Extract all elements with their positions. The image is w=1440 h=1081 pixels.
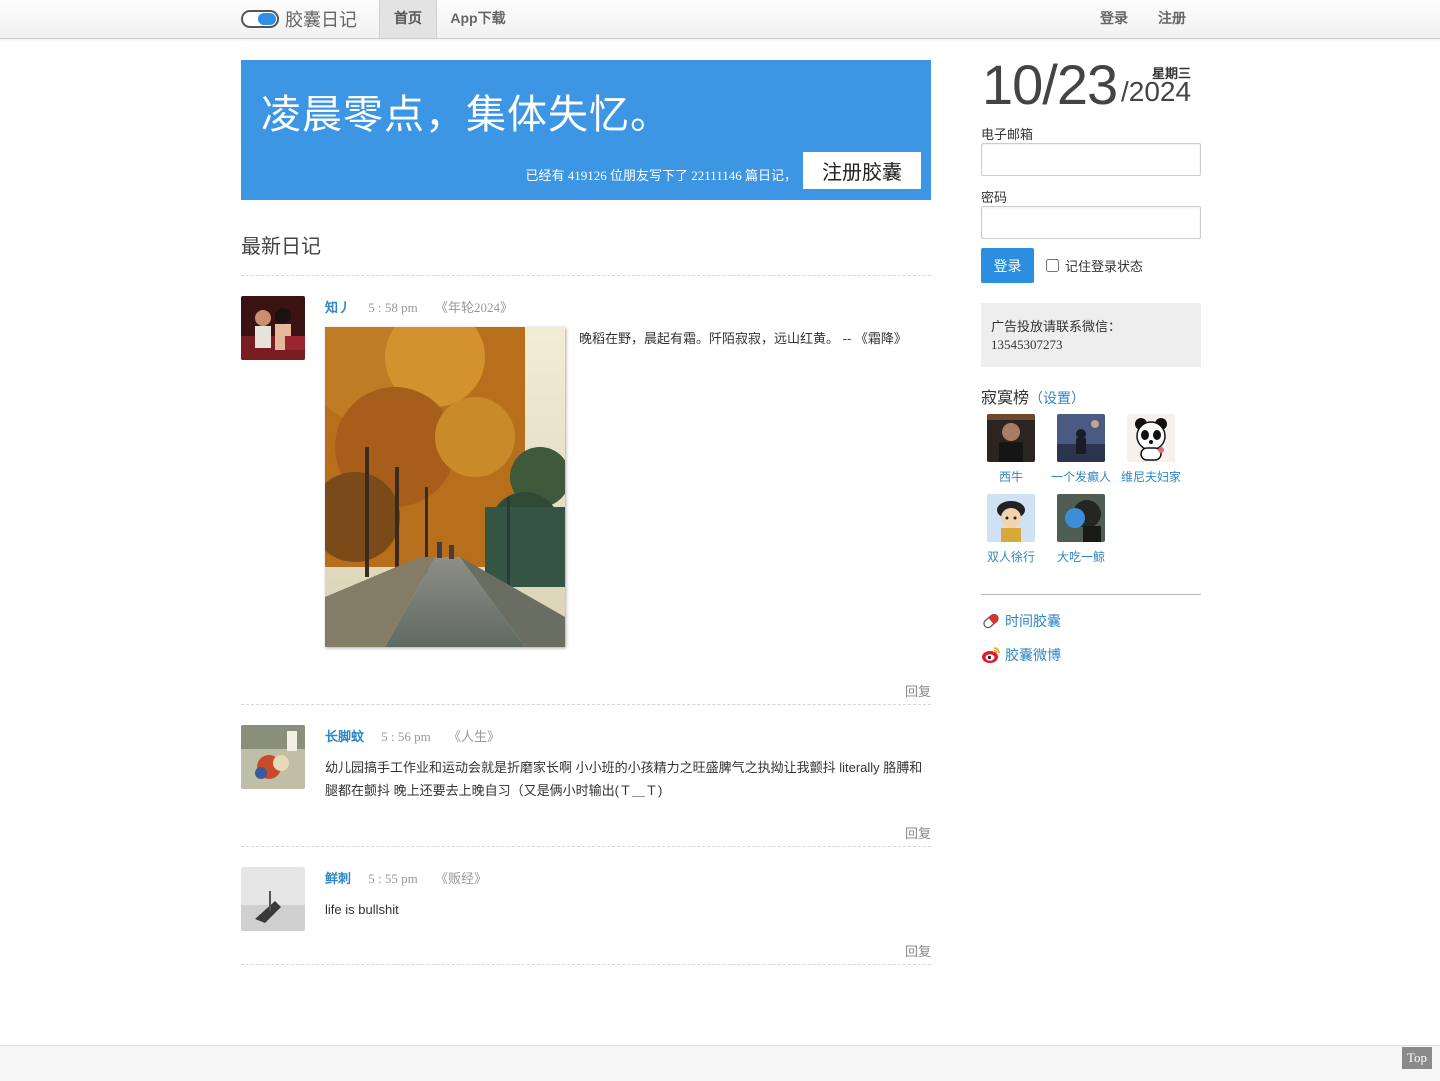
post-time: 5 : 55 pm	[368, 871, 418, 886]
nav-app-download[interactable]: App下载	[444, 0, 512, 38]
weibo-icon	[982, 647, 1000, 663]
nav-register[interactable]: 注册	[1152, 0, 1192, 38]
date-month-day: 10/23	[982, 53, 1118, 116]
top-navbar: 胶囊日记 首页 App下载 登录 注册	[0, 0, 1440, 39]
footer	[0, 1045, 1440, 1081]
remember-me[interactable]: 记住登录状态	[1046, 256, 1143, 275]
login-button[interactable]: 登录	[981, 248, 1034, 283]
ad-box: 广告投放请联系微信： 13545307273	[981, 303, 1201, 367]
avatar-image-icon	[987, 414, 1035, 462]
pill-icon	[983, 613, 999, 629]
reply-link[interactable]: 回复	[905, 941, 931, 960]
friend-avatar[interactable]	[987, 494, 1035, 542]
friend-avatar[interactable]	[1057, 494, 1105, 542]
register-capsule-button[interactable]: 注册胶囊	[803, 152, 921, 189]
post-author[interactable]: 知丿	[325, 300, 351, 315]
friend-name[interactable]: 西牛	[976, 468, 1046, 485]
capsule-logo-icon	[241, 10, 279, 28]
friend-item[interactable]: 维尼夫妇家	[1116, 414, 1186, 485]
email-label: 电子邮箱	[981, 127, 1034, 142]
reply-link[interactable]: 回复	[905, 823, 931, 842]
post-book[interactable]: 《贩经》	[435, 871, 487, 886]
post-book[interactable]: 《年轮2024》	[435, 300, 513, 315]
reply-link[interactable]: 回复	[905, 681, 931, 700]
cartoon-avatar-icon	[987, 494, 1035, 542]
date-year: /2024	[1121, 76, 1192, 107]
ad-wechat: 13545307273	[991, 337, 1063, 352]
avatar-image-icon	[241, 296, 305, 360]
capsule-weibo-label[interactable]: 胶囊微博	[1005, 645, 1061, 665]
password-field[interactable]	[981, 206, 1201, 239]
avatar-image-icon	[241, 867, 305, 931]
autumn-path-photo-icon	[325, 327, 565, 647]
remember-label: 记住登录状态	[1065, 259, 1144, 274]
post-avatar[interactable]	[241, 867, 305, 931]
post-meta: 长脚蚊 5 : 56 pm 《人生》	[325, 726, 500, 745]
post-book[interactable]: 《人生》	[448, 729, 500, 744]
banner-stats: 已经有 419126 位朋友写下了 22111146 篇日记，	[525, 168, 797, 183]
lonely-list-heading: 寂寞榜	[981, 390, 1030, 407]
divider	[241, 704, 931, 705]
friend-name[interactable]: 维尼夫妇家	[1116, 468, 1186, 485]
friend-name[interactable]: 一个发癫人	[1046, 468, 1116, 485]
divider	[241, 964, 931, 965]
post-content: life is bullshit	[325, 902, 399, 917]
nav-login[interactable]: 登录	[1094, 0, 1134, 38]
remember-checkbox[interactable]	[1046, 259, 1059, 272]
post-avatar[interactable]	[241, 296, 305, 360]
friend-name[interactable]: 大吃一鲸	[1046, 548, 1116, 565]
email-field[interactable]	[981, 143, 1201, 176]
post-author[interactable]: 鲜刺	[325, 871, 351, 886]
friend-item[interactable]: 大吃一鲸	[1046, 494, 1116, 565]
capsule-weibo-link[interactable]: 胶囊微博	[981, 645, 1061, 665]
avatar-image-icon	[1057, 414, 1105, 462]
post-avatar[interactable]	[241, 725, 305, 789]
time-capsule-link[interactable]: 时间胶囊	[981, 611, 1061, 631]
post-meta: 鲜刺 5 : 55 pm 《贩经》	[325, 868, 487, 887]
panda-avatar-icon	[1127, 414, 1175, 462]
friend-avatar[interactable]	[1057, 414, 1105, 462]
friend-item[interactable]: 西牛	[976, 414, 1046, 485]
password-label: 密码	[981, 190, 1008, 205]
avatar-image-icon	[241, 725, 305, 789]
logo-text: 胶囊日记	[285, 10, 357, 30]
post-content: 幼儿园搞手工作业和运动会就是折磨家长啊 小小班的小孩精力之旺盛脾气之执拗让我颤抖…	[325, 760, 923, 798]
nav-home[interactable]: 首页	[379, 0, 437, 38]
friend-item[interactable]: 一个发癫人	[1046, 414, 1116, 485]
friend-item[interactable]: 双人徐行	[976, 494, 1046, 565]
banner-slogan: 凌晨零点，集体失忆。	[261, 93, 671, 137]
divider	[241, 846, 931, 847]
friend-avatar[interactable]	[987, 414, 1035, 462]
post-time: 5 : 56 pm	[381, 729, 431, 744]
post-meta: 知丿 5 : 58 pm 《年轮2024》	[325, 297, 513, 316]
hero-banner: 凌晨零点，集体失忆。 已经有 419126 位朋友写下了 22111146 篇日…	[241, 60, 931, 200]
ad-text: 广告投放请联系微信：	[991, 319, 1122, 334]
post-author[interactable]: 长脚蚊	[325, 729, 364, 744]
time-capsule-label[interactable]: 时间胶囊	[1005, 611, 1061, 631]
avatar-image-icon	[1057, 494, 1105, 542]
logo[interactable]: 胶囊日记	[241, 7, 357, 31]
friend-name[interactable]: 双人徐行	[976, 548, 1046, 565]
post-photo[interactable]	[325, 327, 565, 647]
friend-avatar[interactable]	[1127, 414, 1175, 462]
sidebar-divider	[981, 594, 1201, 595]
section-title: 最新日记	[241, 236, 321, 258]
lonely-list-title: 寂寞榜（设置）	[981, 384, 1085, 408]
lonely-settings-link[interactable]: （设置）	[1029, 390, 1085, 406]
post-content: 晚稻在野，晨起有霜。阡陌寂寂，远山红黄。 -- 《霜降》	[579, 331, 907, 346]
divider	[241, 275, 931, 276]
post-time: 5 : 58 pm	[368, 300, 418, 315]
back-to-top-button[interactable]: Top	[1402, 1047, 1432, 1069]
